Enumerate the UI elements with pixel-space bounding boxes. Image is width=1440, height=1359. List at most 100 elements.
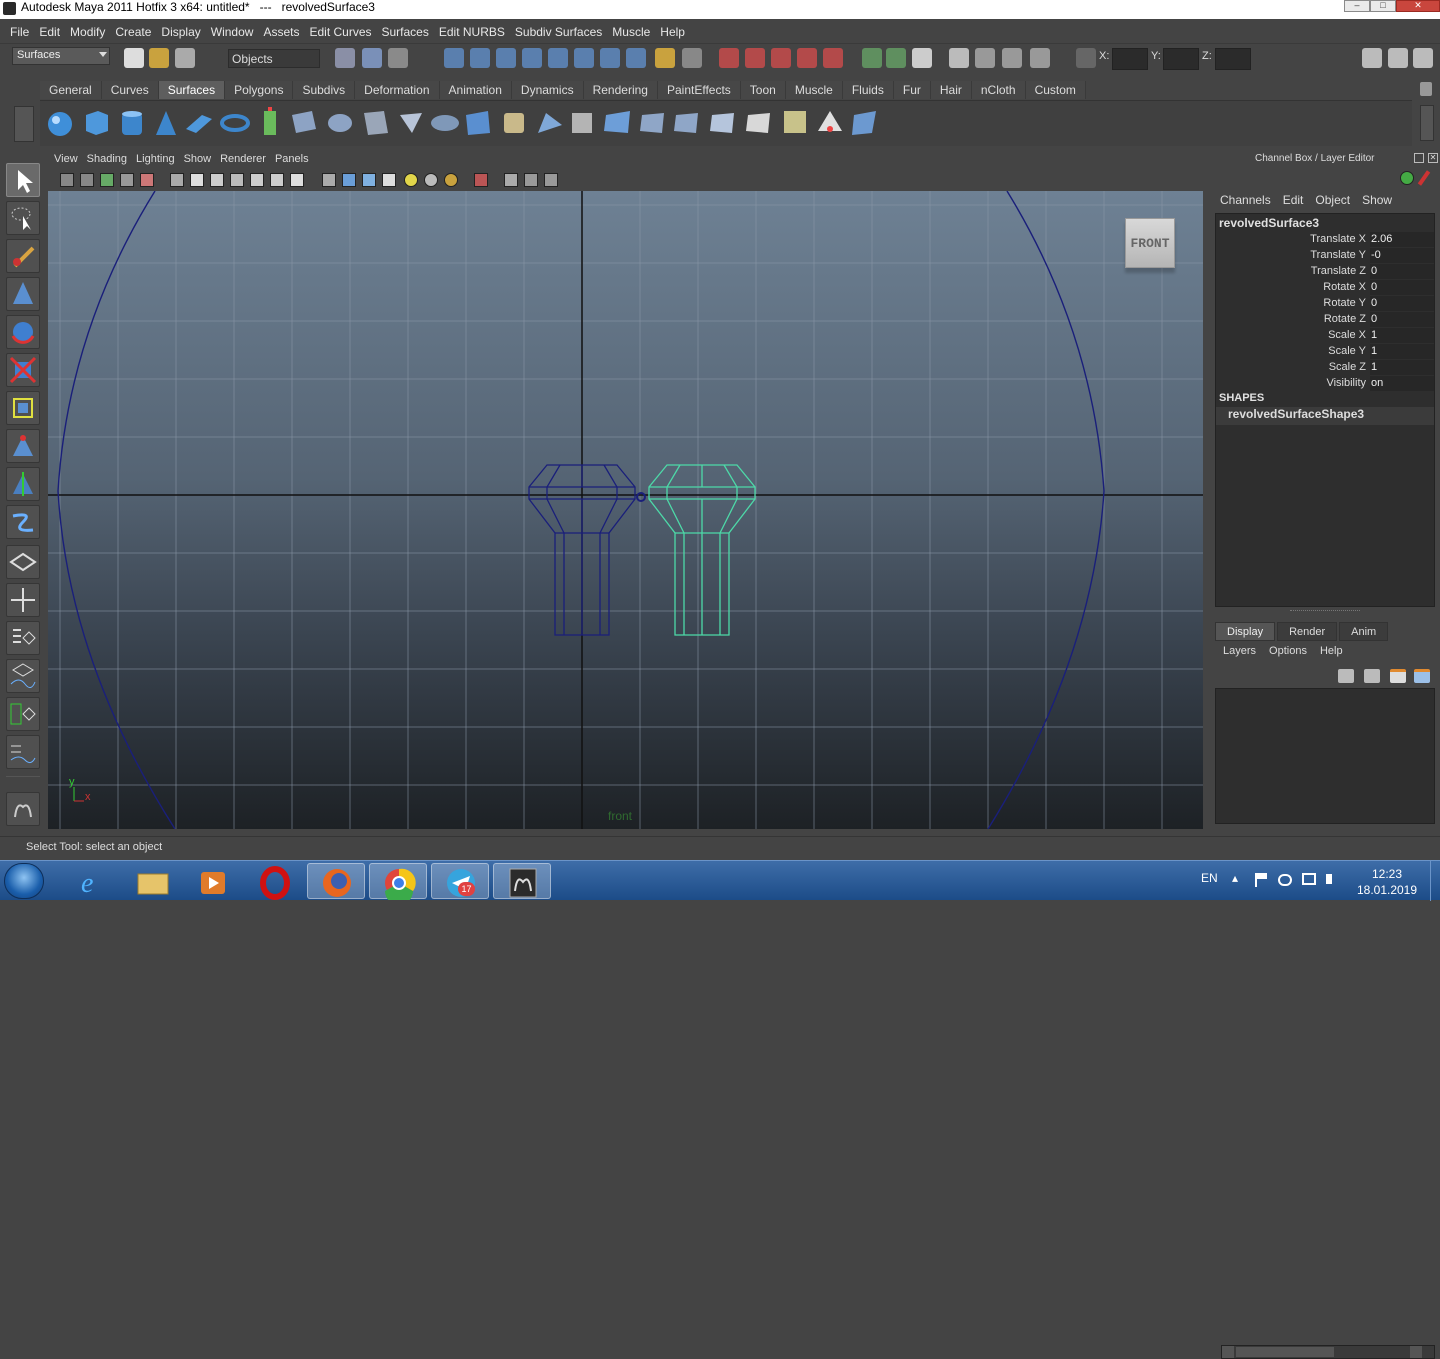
channel-row[interactable]: Translate Y -0 — [1216, 248, 1434, 264]
layout-icon[interactable] — [949, 48, 969, 68]
channel-value[interactable]: 1 — [1370, 328, 1434, 343]
revolved-surface-selected[interactable] — [648, 464, 756, 636]
wireframe-on-shaded-icon[interactable] — [362, 173, 376, 187]
move-layer-up-icon[interactable] — [1338, 669, 1354, 683]
snap-grid-icon[interactable] — [444, 48, 464, 68]
planar-icon[interactable] — [328, 114, 352, 132]
panel-menu-renderer[interactable]: Renderer — [220, 150, 275, 170]
attach-icon[interactable] — [710, 113, 734, 133]
wireframe-icon[interactable] — [322, 173, 336, 187]
move-tool-icon[interactable] — [6, 277, 40, 311]
channel-box-edit-icon[interactable] — [1417, 170, 1431, 186]
shelf-tab-general[interactable]: General — [40, 81, 102, 99]
bevel-plus-icon[interactable] — [538, 113, 562, 133]
move-layer-down-icon[interactable] — [1364, 669, 1380, 683]
cb-menu-object[interactable]: Object — [1315, 193, 1362, 207]
save-scene-icon[interactable] — [175, 48, 195, 68]
panel-menu-show[interactable]: Show — [184, 150, 221, 170]
menu-display[interactable]: Display — [157, 22, 206, 42]
single-pane-layout-icon[interactable] — [6, 545, 40, 579]
maximize-button[interactable]: □ — [1370, 0, 1396, 12]
four-pane-layout-icon[interactable] — [6, 583, 40, 617]
layer-horizontal-scrollbar[interactable] — [1221, 1345, 1435, 1359]
universal-manipulator-icon[interactable] — [6, 391, 40, 425]
nurbs-sphere-icon[interactable] — [48, 112, 72, 136]
hypershade-layout-icon[interactable] — [6, 697, 40, 731]
camera-attributes-icon[interactable] — [80, 173, 94, 187]
channel-value[interactable]: 1 — [1370, 344, 1434, 359]
action-center-icon[interactable] — [1255, 873, 1267, 887]
film-gate-icon[interactable] — [190, 173, 204, 187]
tab-render[interactable]: Render — [1277, 622, 1338, 641]
tab-anim[interactable]: Anim — [1339, 622, 1389, 641]
select-tool-icon[interactable] — [6, 163, 40, 197]
chrome-icon[interactable] — [369, 863, 427, 905]
xray-icon[interactable] — [504, 173, 518, 187]
render-current-icon[interactable] — [719, 48, 739, 68]
channel-row[interactable]: Rotate X 0 — [1216, 280, 1434, 296]
channel-value[interactable]: on — [1370, 376, 1434, 391]
file-explorer-icon[interactable] — [123, 863, 181, 899]
channel-row[interactable]: Translate X 2.06 — [1216, 232, 1434, 248]
menu-edit-nurbs[interactable]: Edit NURBS — [435, 22, 511, 42]
menu-surfaces[interactable]: Surfaces — [378, 22, 435, 42]
menu-edit[interactable]: Edit — [35, 22, 66, 42]
panel-menu-lighting[interactable]: Lighting — [136, 150, 184, 170]
shelf-tab-fur[interactable]: Fur — [893, 81, 931, 99]
menu-modify[interactable]: Modify — [66, 22, 111, 42]
share-icon[interactable] — [544, 173, 558, 187]
trim-icon[interactable] — [640, 113, 664, 133]
render-globals-icon[interactable] — [771, 48, 791, 68]
shadows-icon[interactable] — [444, 173, 458, 187]
media-player-icon[interactable] — [184, 863, 242, 899]
cb-menu-show[interactable]: Show — [1362, 193, 1404, 207]
channel-row[interactable]: Visibility on — [1216, 376, 1434, 392]
shelf-tab-toon[interactable]: Toon — [740, 81, 786, 99]
x-field[interactable] — [1112, 48, 1148, 70]
language-indicator[interactable]: EN — [1201, 871, 1218, 885]
construction-icon[interactable] — [600, 48, 620, 68]
textured-icon[interactable] — [382, 173, 396, 187]
square-surface-icon[interactable] — [466, 111, 490, 135]
shelf-tab-polygons[interactable]: Polygons — [225, 81, 294, 99]
layer-menu-layers[interactable]: Layers — [1223, 645, 1269, 657]
channel-value[interactable]: 0 — [1370, 264, 1434, 279]
view-cube[interactable]: FRONT — [1125, 218, 1175, 268]
nurbs-torus-icon[interactable] — [220, 114, 250, 132]
untrim-icon[interactable] — [674, 113, 698, 133]
cb-menu-channels[interactable]: Channels — [1220, 193, 1283, 207]
new-layer-selected-icon[interactable] — [1414, 669, 1430, 683]
menu-set-dropdown[interactable]: Surfaces — [12, 47, 110, 65]
maya-taskbar-icon[interactable] — [493, 863, 551, 899]
start-button[interactable] — [4, 863, 44, 899]
attribute-editor-icon[interactable] — [912, 48, 932, 68]
tab-display[interactable]: Display — [1215, 622, 1276, 641]
shelf-tab-painteffects[interactable]: PaintEffects — [657, 81, 741, 99]
new-scene-icon[interactable] — [124, 48, 144, 68]
menu-file[interactable]: File — [6, 22, 35, 42]
rotate-tool-icon[interactable] — [6, 315, 40, 349]
tray-expand-icon[interactable]: ▴ — [1232, 871, 1238, 885]
selection-mask-icon[interactable] — [682, 48, 702, 68]
menu-edit-curves[interactable]: Edit Curves — [305, 22, 377, 42]
shelf-tab-fluids[interactable]: Fluids — [842, 81, 894, 99]
custom-layout-icon[interactable] — [6, 735, 40, 769]
xray-joints-icon[interactable] — [524, 173, 538, 187]
maya-app-icon[interactable] — [3, 2, 16, 15]
snap-live-icon[interactable] — [548, 48, 568, 68]
safe-action-icon[interactable] — [270, 173, 284, 187]
output-ops-icon[interactable] — [886, 48, 906, 68]
shelf-trash-icon[interactable] — [1420, 82, 1432, 96]
panel-float-icon[interactable] — [1414, 153, 1424, 163]
selected-object-name[interactable]: revolvedSurface3 — [1219, 216, 1319, 230]
panel-splitter[interactable] — [1290, 610, 1360, 614]
menu-muscle[interactable]: Muscle — [608, 22, 656, 42]
internet-explorer-icon[interactable]: e — [62, 863, 120, 899]
viewport-canvas[interactable] — [48, 191, 1203, 829]
use-default-lighting-icon[interactable] — [404, 173, 418, 187]
show-desktop-button[interactable] — [1430, 861, 1440, 901]
channel-box-color-icon[interactable] — [1400, 171, 1414, 185]
channel-row[interactable]: Scale X 1 — [1216, 328, 1434, 344]
nurbs-cone-icon[interactable] — [156, 111, 176, 135]
system-clock[interactable]: 12:23 18.01.2019 — [1352, 866, 1422, 898]
